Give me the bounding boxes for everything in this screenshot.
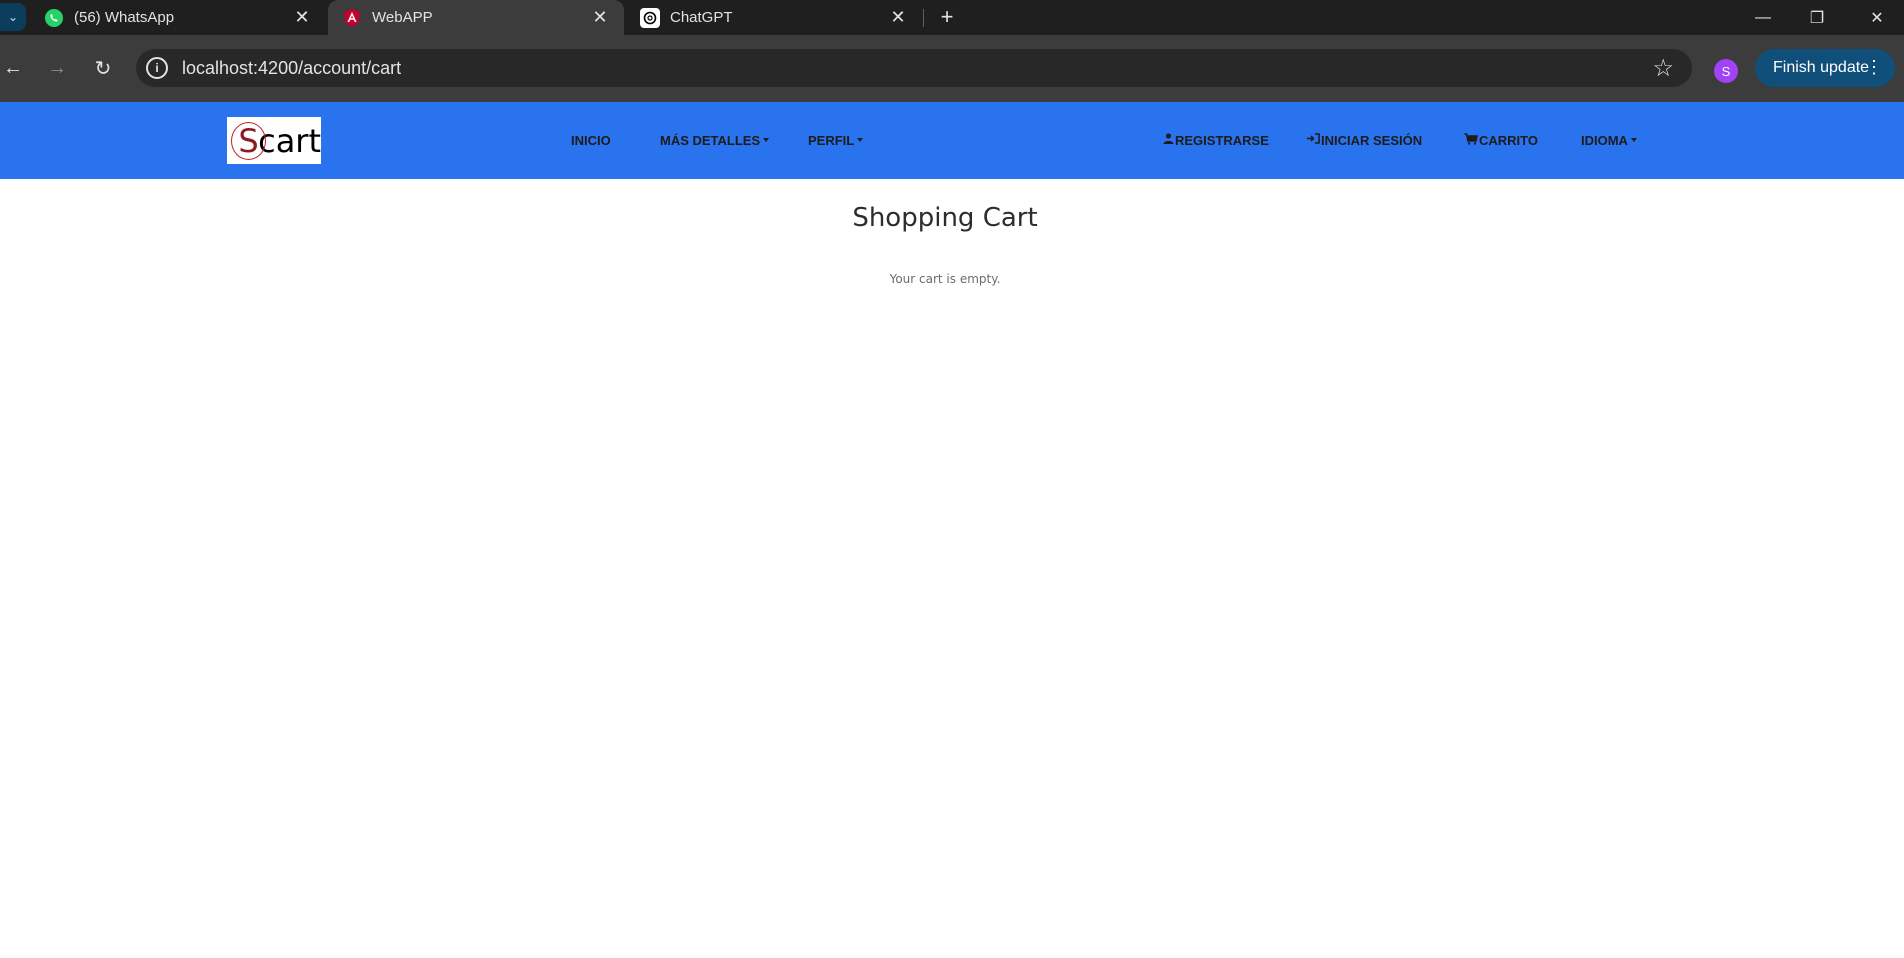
site-navbar: S cart INICIO MÁS DETALLES PERFIL REGIST… bbox=[0, 102, 1904, 179]
close-icon[interactable]: ✕ bbox=[292, 7, 312, 28]
tab-search-button[interactable]: ⌄ bbox=[0, 3, 26, 31]
user-icon bbox=[1163, 133, 1174, 147]
nav-inicio-label: INICIO bbox=[571, 132, 611, 148]
nav-iniciar-sesion[interactable]: INICIAR SESIÓN bbox=[1307, 130, 1422, 150]
empty-cart-message: Your cart is empty. bbox=[889, 272, 1001, 286]
tab-title: (56) WhatsApp bbox=[74, 9, 175, 26]
site-logo[interactable]: S cart bbox=[227, 117, 321, 164]
logo-text: cart bbox=[258, 121, 321, 160]
finish-update-label: Finish update bbox=[1773, 59, 1870, 76]
chevron-down-icon: ⌄ bbox=[7, 10, 19, 24]
site-info-icon[interactable]: i bbox=[146, 57, 168, 79]
nav-carrito[interactable]: CARRITO bbox=[1464, 130, 1538, 150]
restore-button[interactable]: ❐ bbox=[1790, 0, 1844, 35]
nav-iniciar-sesion-label: INICIAR SESIÓN bbox=[1321, 132, 1423, 148]
tab-separator bbox=[923, 9, 924, 27]
tab-whatsapp[interactable]: (56) WhatsApp ✕ bbox=[30, 0, 326, 35]
browser-tab-strip: ⌄ (56) WhatsApp ✕ WebAPP ✕ ChatGPT ✕ + —… bbox=[0, 0, 1904, 35]
new-tab-button[interactable]: + bbox=[934, 4, 960, 30]
nav-carrito-label: CARRITO bbox=[1479, 132, 1538, 148]
nav-perfil[interactable]: PERFIL bbox=[808, 130, 864, 150]
close-icon[interactable]: ✕ bbox=[590, 7, 610, 28]
minimize-button[interactable]: — bbox=[1736, 0, 1790, 35]
nav-idioma-label: IDIOMA bbox=[1581, 132, 1628, 148]
logo-s: S bbox=[238, 121, 259, 160]
close-icon[interactable]: ✕ bbox=[888, 7, 908, 28]
chatgpt-icon bbox=[640, 7, 660, 28]
profile-initial: S bbox=[1721, 63, 1731, 79]
more-menu-icon[interactable]: ⋮ bbox=[1865, 56, 1883, 78]
caret-down-icon bbox=[763, 138, 770, 142]
login-icon bbox=[1307, 133, 1320, 147]
angular-icon bbox=[342, 8, 362, 28]
address-bar[interactable]: i localhost:4200/account/cart ☆ bbox=[136, 49, 1692, 87]
whatsapp-icon bbox=[44, 8, 64, 28]
nav-idioma[interactable]: IDIOMA bbox=[1581, 130, 1637, 150]
bookmark-star-icon[interactable]: ☆ bbox=[1652, 54, 1674, 83]
nav-perfil-label: PERFIL bbox=[808, 132, 855, 148]
tab-webapp[interactable]: WebAPP ✕ bbox=[328, 0, 624, 35]
nav-registrarse-label: REGISTRARSE bbox=[1175, 132, 1269, 148]
caret-down-icon bbox=[857, 138, 864, 142]
cart-icon bbox=[1464, 132, 1478, 148]
profile-avatar[interactable]: S bbox=[1714, 59, 1738, 83]
tab-title: WebAPP bbox=[372, 9, 433, 26]
finish-update-button[interactable]: Finish update ⋮ bbox=[1755, 49, 1895, 87]
nav-inicio[interactable]: INICIO bbox=[571, 130, 611, 150]
tab-title: ChatGPT bbox=[670, 9, 733, 26]
forward-button[interactable]: → bbox=[40, 51, 74, 85]
logo-s-ring: S bbox=[231, 121, 267, 160]
browser-toolbar: ← → ↻ i localhost:4200/account/cart ☆ S … bbox=[0, 35, 1904, 102]
close-window-button[interactable]: ✕ bbox=[1850, 0, 1904, 35]
caret-down-icon bbox=[1630, 138, 1637, 142]
reload-button[interactable]: ↻ bbox=[86, 51, 120, 85]
nav-mas-detalles[interactable]: MÁS DETALLES bbox=[660, 130, 770, 150]
nav-mas-detalles-label: MÁS DETALLES bbox=[660, 132, 761, 148]
url-text[interactable]: localhost:4200/account/cart bbox=[182, 58, 401, 79]
tab-chatgpt[interactable]: ChatGPT ✕ bbox=[626, 0, 922, 35]
back-button[interactable]: ← bbox=[0, 51, 30, 85]
nav-registrarse[interactable]: REGISTRARSE bbox=[1163, 130, 1269, 150]
page-title: Shopping Cart bbox=[852, 203, 1038, 233]
